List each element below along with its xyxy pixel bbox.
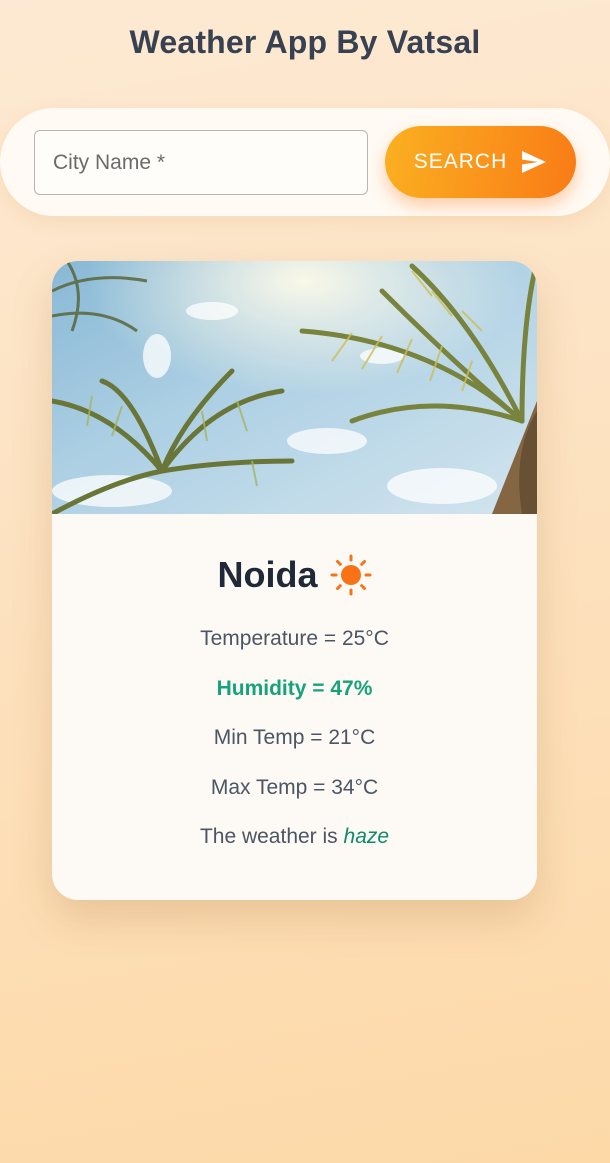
weather-card: Noida Temperature = 25°C Humidity = 47% … (52, 261, 537, 900)
weather-details: Noida Temperature = 25°C Humidity = 47% … (52, 514, 537, 900)
temperature-text: Temperature = 25°C (200, 627, 389, 650)
description-prefix: The weather is (199, 825, 338, 848)
search-bar: SEARCH (0, 108, 610, 216)
send-icon (522, 151, 547, 173)
max-temp-text: Max Temp = 34°C (210, 776, 379, 799)
city-row: Noida (52, 554, 537, 596)
sun-icon (330, 554, 371, 596)
app-title: Weather App By Vatsal (129, 24, 481, 60)
min-temp-text: Min Temp = 21°C (213, 726, 376, 749)
search-button[interactable]: SEARCH (385, 126, 576, 198)
city-name-input[interactable] (34, 130, 368, 195)
description-value: haze (343, 825, 390, 848)
city-name: Noida (217, 554, 318, 595)
weather-image (52, 261, 537, 514)
weather-description: The weather is haze (52, 825, 537, 849)
search-button-label: SEARCH (413, 150, 508, 173)
humidity-text: Humidity = 47% (216, 677, 373, 700)
